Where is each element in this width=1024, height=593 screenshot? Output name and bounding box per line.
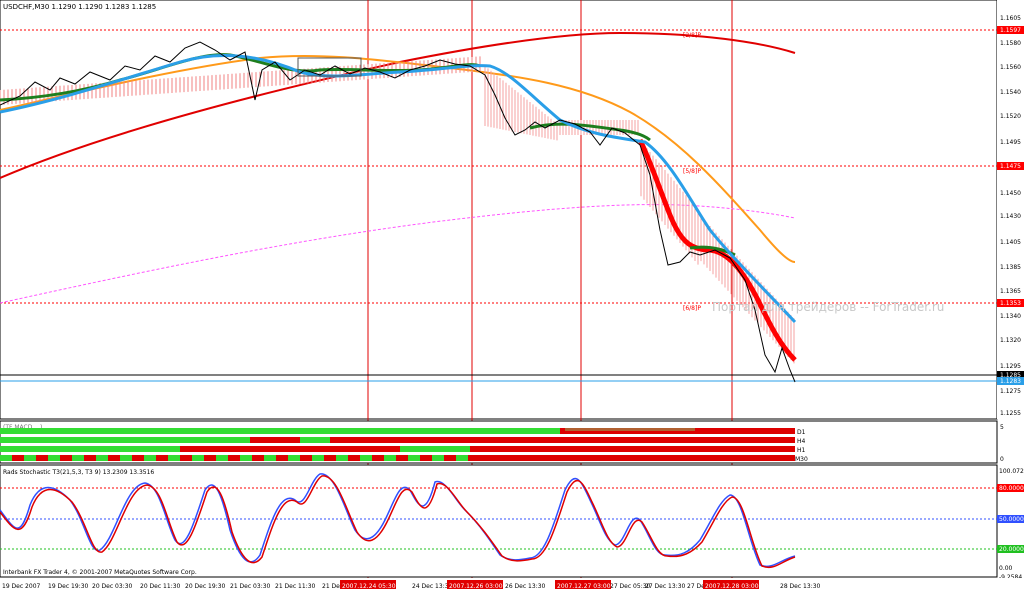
- mtf-bar-segment: [432, 455, 444, 461]
- time-axis[interactable]: 19 Dec 2007 19 Dec 19:30 20 Dec 03:30 20 De…: [0, 578, 1024, 591]
- time-highlight-label: 2007.12.24 05:30: [342, 583, 396, 590]
- mtf-bar-segment: [336, 455, 348, 461]
- trading-chart[interactable]: USDCHF,M30 1.1290 1.1290 1.1283 1.1285 […: [0, 0, 1024, 591]
- price-axis-label: 1.1385: [1000, 264, 1021, 271]
- price-axis-label: 1.1605: [1000, 15, 1021, 22]
- mtf-bar-segment: [48, 455, 60, 461]
- price-axis-label: 1.1580: [1000, 40, 1021, 47]
- price-axis-label: 1.1520: [1000, 113, 1021, 120]
- time-axis-label: 20 Dec 11:30: [140, 583, 181, 590]
- time-axis-label: 26 Dec 13:30: [505, 583, 546, 590]
- stoch-axis: 100.072080.000050.000020.00000.00-9.2584: [997, 468, 1024, 581]
- mtf-label-h4: H4: [797, 438, 806, 445]
- mtf-bar-segment: [24, 455, 36, 461]
- mtf-bar-segment: [168, 455, 180, 461]
- price-axis-label: 1.1560: [1000, 64, 1021, 71]
- price-axis-label: 1.1365: [1000, 288, 1021, 295]
- mtf-bar-segment: [456, 455, 468, 461]
- stoch-axis-label: 0.00: [999, 565, 1013, 572]
- time-axis-label: 27 Dec 13:30: [645, 583, 686, 590]
- stoch-axis-label: 80.0000: [999, 485, 1024, 492]
- time-axis-label: 19 Dec 2007: [2, 583, 41, 590]
- price-axis-label: 1.1295: [1000, 363, 1021, 370]
- time-highlight-label: 2007.12.28 03:00: [705, 583, 759, 590]
- level-price-label: 1.1597: [1000, 27, 1021, 34]
- mtf-bar-segment: [264, 455, 276, 461]
- mtf-bar-segment: [72, 455, 84, 461]
- time-axis-label: 28 Dec 13:30: [780, 583, 821, 590]
- stoch-title: Rads Stochastic T3(21,5,3, T3 9) 13.2309…: [3, 469, 154, 476]
- mtf-bar-segment: [408, 455, 420, 461]
- time-highlight-label: 2007.12.26 03:00: [449, 583, 503, 590]
- stochastic-panel[interactable]: Rads Stochastic T3(21,5,3, T3 9) 13.2309…: [0, 464, 1024, 581]
- mtf-label-m30: M30: [795, 456, 808, 463]
- time-axis-label: 21 Dec 03:30: [230, 583, 271, 590]
- price-axis-label: 1.1320: [1000, 337, 1021, 344]
- time-axis-label: 19 Dec 19:30: [48, 583, 89, 590]
- time-axis-label: 24 Dec 13:30: [412, 583, 453, 590]
- mtf-bar-segment: [0, 455, 12, 461]
- time-axis-label: 21 Dec 11:30: [275, 583, 316, 590]
- time-axis-label: 20 Dec 19:30: [185, 583, 226, 590]
- mtf-bar-segment: [120, 455, 132, 461]
- price-axis-label: 1.1495: [1000, 139, 1021, 146]
- mtf-bar-segment: [0, 455, 795, 461]
- mtf-bar-segment: [400, 446, 470, 452]
- price-axis-label: 1.1405: [1000, 239, 1021, 246]
- stoch-axis-label: 50.0000: [999, 516, 1024, 523]
- symbol-header: USDCHF,M30 1.1290 1.1290 1.1283 1.1285: [3, 3, 156, 11]
- stoch-axis-label: 20.0000: [999, 546, 1024, 553]
- mtf-panel[interactable]: (TF MACD ...) D1 H4 H1 M30 5 0: [0, 420, 1004, 464]
- mtf-bar-segment: [216, 455, 228, 461]
- mtf-bar-segment: [470, 446, 795, 452]
- mtf-bar-segment: [0, 437, 250, 443]
- mtf-bar-segment: [144, 455, 156, 461]
- mtf-bar-segment: [312, 455, 324, 461]
- price-axis-label: 1.1255: [1000, 410, 1021, 417]
- mtf-bar-segment: [0, 428, 560, 434]
- level-price-label: 1.1475: [1000, 163, 1021, 170]
- mtf-axis-bottom: 0: [1000, 456, 1004, 463]
- mtf-bar-segment: [300, 437, 330, 443]
- price-axis-label: 1.1450: [1000, 190, 1021, 197]
- price-axis[interactable]: 1.1605 1.1580 1.1560 1.1540 1.1520 1.1495 1.14…: [997, 0, 1024, 419]
- time-axis-label: 20 Dec 03:30: [92, 583, 133, 590]
- mtf-bar-segment: [0, 446, 180, 452]
- stoch-axis-label: 100.0720: [999, 468, 1024, 475]
- mtf-bar-segment: [384, 455, 396, 461]
- level-price-label: 1.1353: [1000, 300, 1021, 307]
- level-tag-3: [6/8]P: [683, 305, 701, 312]
- price-axis-label: 1.1540: [1000, 89, 1021, 96]
- mtf-bar-segment: [250, 437, 470, 443]
- mtf-axis-top: 5: [1000, 424, 1004, 431]
- price-axis-label: 1.1275: [1000, 388, 1021, 395]
- mtf-bar-segment: [360, 455, 372, 461]
- mtf-bar-segment: [565, 428, 695, 431]
- mtf-label-h1: H1: [797, 447, 806, 454]
- mtf-bar-segment: [240, 455, 252, 461]
- mtf-bar-segment: [96, 455, 108, 461]
- price-axis-label: 1.1430: [1000, 213, 1021, 220]
- current-price-label: 1.1283: [1000, 378, 1021, 385]
- mtf-bar-segment: [470, 437, 795, 443]
- price-axis-label: 1.1340: [1000, 313, 1021, 320]
- watermark: Портал для трейдеров -- ForTrader.ru: [712, 300, 944, 314]
- level-tag-2: [5/8]P: [683, 168, 701, 175]
- mtf-label-d1: D1: [797, 429, 806, 436]
- mtf-bar-segment: [288, 455, 300, 461]
- copyright: Interbank FX Trader 4, © 2001-2007 MetaQ…: [3, 569, 197, 576]
- mtf-bar-segment: [192, 455, 204, 461]
- time-highlight-label: 2007.12.27 03:00: [557, 583, 611, 590]
